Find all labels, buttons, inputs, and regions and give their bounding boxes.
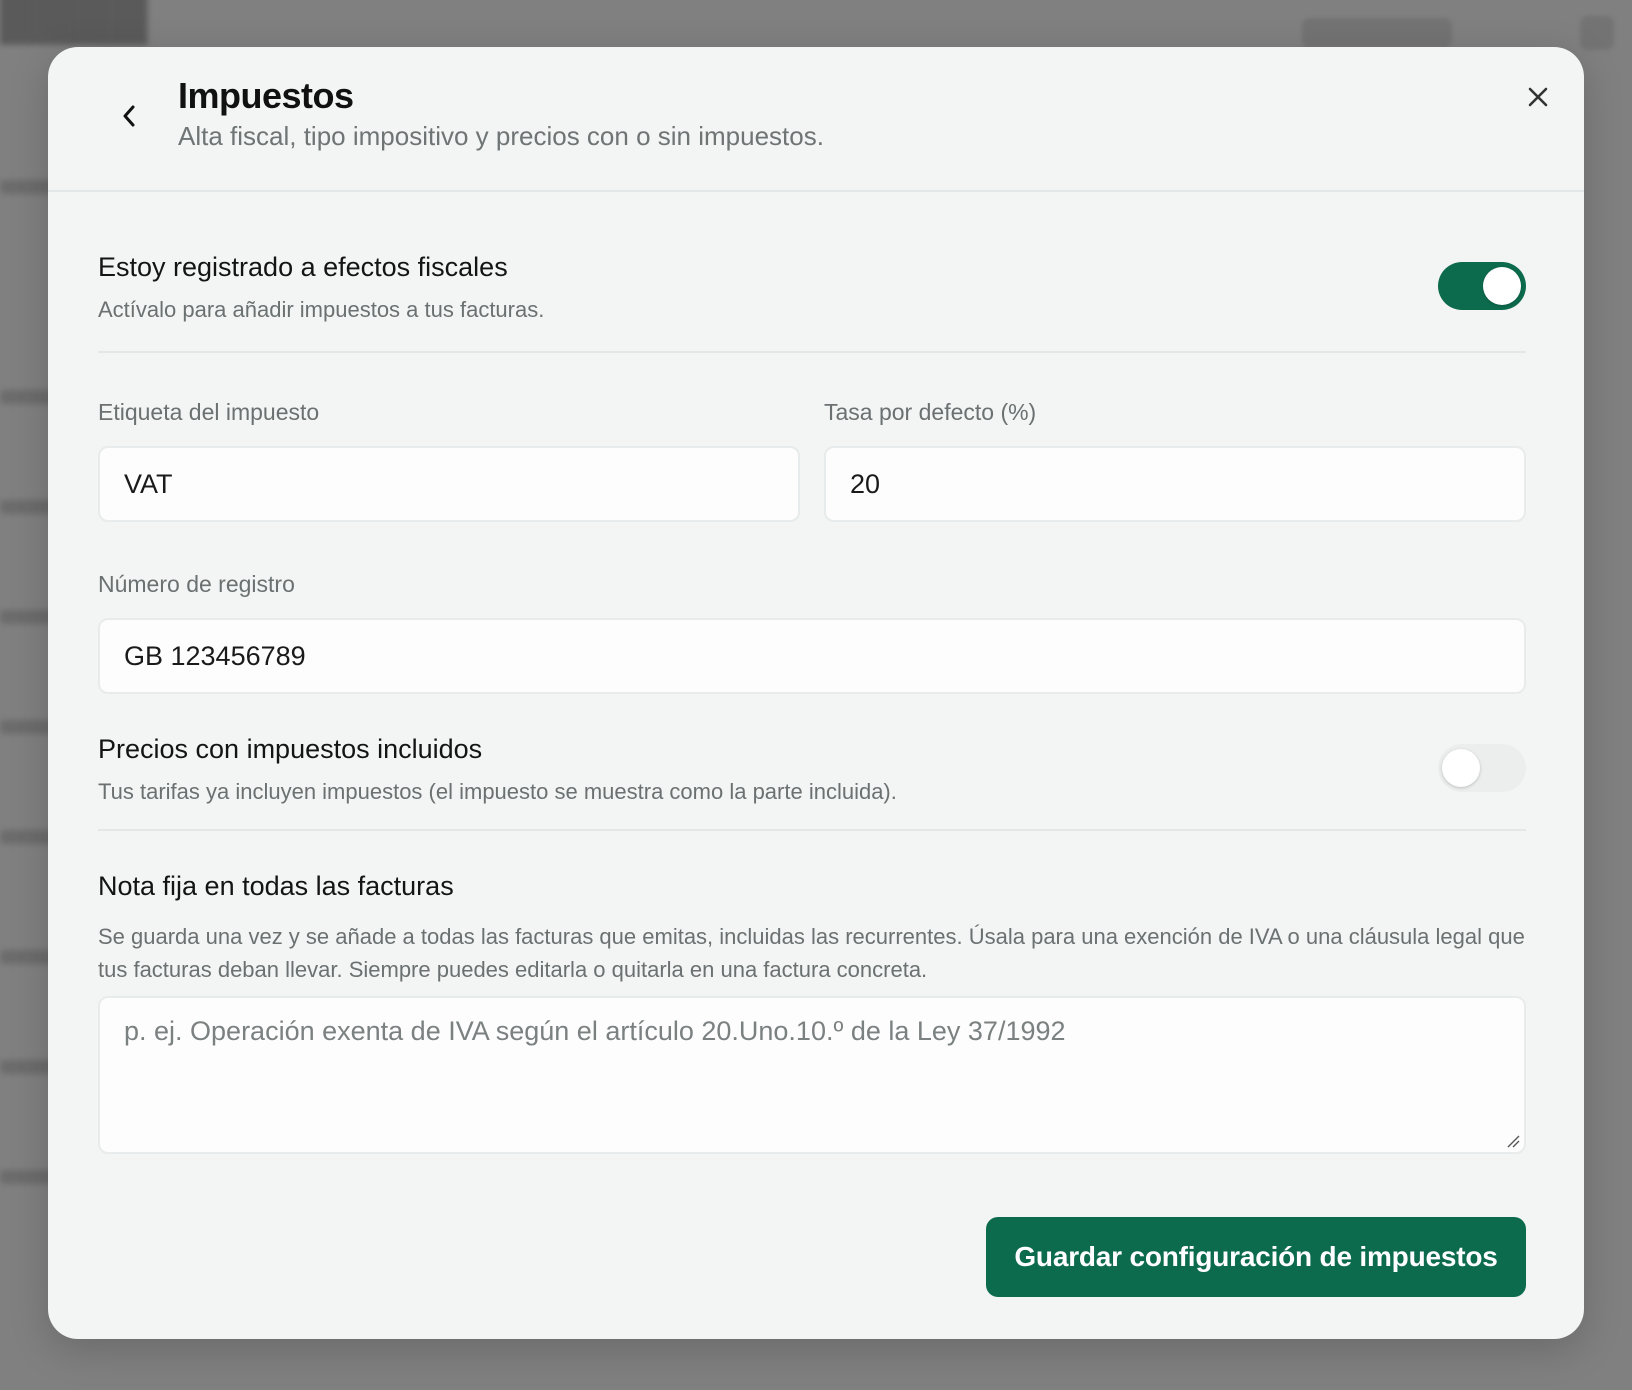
- default-rate-group: Tasa por defecto (%) 20: [824, 399, 1526, 522]
- resize-handle-icon[interactable]: [1506, 1134, 1520, 1148]
- chevron-left-icon: [123, 105, 135, 127]
- prices-include-tax-description: Tus tarifas ya incluyen impuestos (el im…: [98, 779, 897, 804]
- tax-label-group: Etiqueta del impuesto VAT: [98, 399, 800, 522]
- registration-number-group: Número de registro GB 123456789: [98, 571, 1526, 694]
- fixed-note-title: Nota fija en todas las facturas: [98, 871, 454, 901]
- back-button[interactable]: [114, 101, 144, 131]
- registration-number-input[interactable]: GB 123456789: [98, 618, 1526, 694]
- prices-include-tax-row: Precios con impuestos incluidos Tus tari…: [98, 694, 1526, 831]
- close-icon: [1528, 87, 1548, 107]
- fixed-note-section: Nota fija en todas las facturas Se guard…: [98, 871, 1526, 1154]
- default-rate-input[interactable]: 20: [824, 446, 1526, 522]
- modal-title: Impuestos: [178, 75, 354, 116]
- tax-registration-description: Actívalo para añadir impuestos a tus fac…: [98, 297, 545, 322]
- default-rate-label: Tasa por defecto (%): [824, 399, 1037, 425]
- fixed-note-textarea[interactable]: p. ej. Operación exenta de IVA según el …: [98, 996, 1526, 1154]
- background-page-title: ████: [0, 0, 148, 41]
- modal-header: Impuestos Alta fiscal, tipo impositivo y…: [48, 47, 1584, 192]
- toggle-knob: [1442, 749, 1480, 787]
- fixed-note-placeholder: p. ej. Operación exenta de IVA según el …: [124, 1016, 1066, 1046]
- modal-content: Estoy registrado a efectos fiscales Actí…: [98, 190, 1526, 1154]
- prices-include-tax-title: Precios con impuestos incluidos: [98, 734, 483, 764]
- background-button: [1302, 18, 1452, 48]
- background-icon-button: [1580, 16, 1614, 50]
- tax-registration-row: Estoy registrado a efectos fiscales Actí…: [98, 190, 1526, 353]
- tax-registration-title: Estoy registrado a efectos fiscales: [98, 252, 508, 282]
- toggle-knob: [1483, 267, 1521, 305]
- prices-include-tax-toggle[interactable]: [1438, 744, 1526, 792]
- tax-registration-toggle[interactable]: [1438, 262, 1526, 310]
- tax-settings-modal: Impuestos Alta fiscal, tipo impositivo y…: [48, 47, 1584, 1339]
- save-tax-settings-button[interactable]: Guardar configuración de impuestos: [986, 1217, 1526, 1297]
- registration-number-label: Número de registro: [98, 571, 295, 597]
- tax-fields-row: Etiqueta del impuesto VAT Tasa por defec…: [98, 399, 1526, 525]
- fixed-note-description: Se guarda una vez y se añade a todas las…: [98, 924, 1525, 982]
- close-button[interactable]: [1522, 81, 1554, 113]
- tax-label-label: Etiqueta del impuesto: [98, 399, 320, 425]
- modal-subtitle: Alta fiscal, tipo impositivo y precios c…: [178, 121, 824, 151]
- tax-label-input[interactable]: VAT: [98, 446, 800, 522]
